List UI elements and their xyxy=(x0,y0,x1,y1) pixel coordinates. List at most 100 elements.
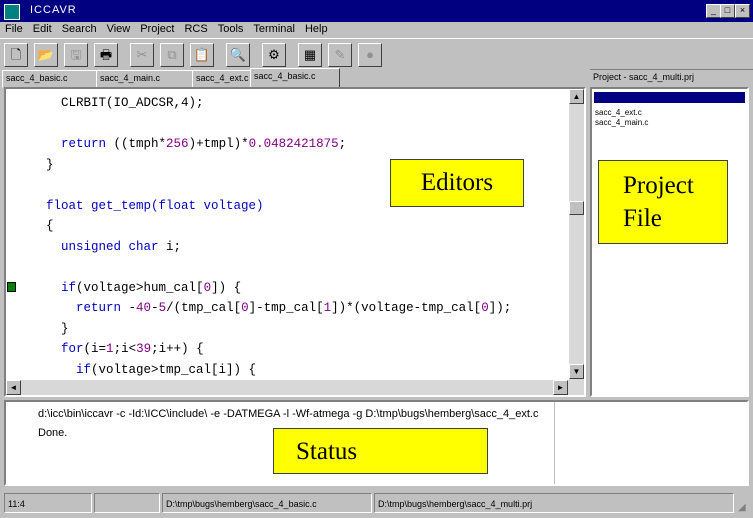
menu-view[interactable]: View xyxy=(102,22,136,35)
minimize-button[interactable]: _ xyxy=(706,4,721,18)
scroll-right-icon[interactable]: ► xyxy=(553,380,568,395)
code-token: float xyxy=(46,198,84,213)
code-line[interactable]: { xyxy=(46,216,534,237)
code-token: } xyxy=(46,321,69,336)
code-line[interactable]: CLRBIT(IO_ADCSR,4); xyxy=(46,93,534,114)
project-header: Project - sacc_4_multi.prj xyxy=(593,72,695,82)
resize-grip-icon[interactable]: ◢ xyxy=(738,502,746,513)
code-token: ; xyxy=(338,137,347,151)
code-token: 256 xyxy=(166,137,189,151)
code-line[interactable] xyxy=(46,114,534,135)
toolbar: 🗋 📂 🖫 🖶 ✂ ⧉ 📋 🔍 ⚙ ▦ ✎ ● xyxy=(0,38,753,70)
scroll-down-icon[interactable]: ▼ xyxy=(569,364,584,379)
print-icon[interactable]: 🖶 xyxy=(94,43,118,67)
code-token: 5 xyxy=(158,301,167,315)
project-file-item[interactable]: sacc_4_main.c xyxy=(595,118,648,127)
copy-icon[interactable]: ⧉ xyxy=(160,43,184,67)
build-icon[interactable]: ⚙ xyxy=(262,43,286,67)
program-chip-icon[interactable]: ▦ xyxy=(298,43,322,67)
editor-gutter xyxy=(6,89,18,395)
code-line[interactable]: return ((tmph*256)+tmpl)*0.0482421875; xyxy=(46,134,534,155)
menu-help[interactable]: Help xyxy=(300,22,333,35)
code-line[interactable]: for(i=1;i<39;i++) { xyxy=(46,339,534,360)
editor-tabs: sacc_4_basic.c sacc_4_main.c sacc_4_ext.… xyxy=(0,68,590,88)
scroll-thumb[interactable] xyxy=(569,201,584,215)
code-text[interactable]: CLRBIT(IO_ADCSR,4); return ((tmph*256)+t… xyxy=(46,93,534,395)
annotation-status: Status xyxy=(273,428,488,474)
save-icon[interactable]: 🖫 xyxy=(64,43,88,67)
code-editor[interactable]: CLRBIT(IO_ADCSR,4); return ((tmph*256)+t… xyxy=(4,87,586,397)
cut-icon[interactable]: ✂ xyxy=(130,43,154,67)
stop-icon[interactable]: ● xyxy=(358,43,382,67)
code-line[interactable]: if(voltage>hum_cal[0]) { xyxy=(46,278,534,299)
code-token: get_temp( xyxy=(83,198,159,213)
code-token: ]); xyxy=(488,301,512,315)
code-token: 0 xyxy=(203,280,212,295)
window-title: ICCAVR xyxy=(30,4,77,16)
close-button[interactable]: × xyxy=(735,4,750,18)
annotation-editors: Editors xyxy=(390,159,524,207)
code-token: ((tmph* xyxy=(106,137,167,151)
project-selection-bar[interactable] xyxy=(594,92,745,103)
code-token: float xyxy=(158,198,197,213)
code-token: - xyxy=(121,301,137,315)
vertical-scrollbar[interactable]: ▲ ▼ xyxy=(569,89,584,395)
app-icon[interactable] xyxy=(4,4,20,20)
menu-project[interactable]: Project xyxy=(135,22,179,35)
status-line: Done. xyxy=(38,427,68,439)
code-token: (voltage>hum_cal[ xyxy=(76,280,204,295)
open-folder-icon[interactable]: 📂 xyxy=(34,43,58,67)
code-token: 0.0482421875 xyxy=(248,137,339,151)
menu-terminal[interactable]: Terminal xyxy=(248,22,300,35)
paste-icon[interactable]: 📋 xyxy=(190,43,214,67)
horizontal-scrollbar[interactable]: ◄ ► xyxy=(6,380,584,395)
code-token: unsigned char xyxy=(61,239,159,254)
code-token: 0 xyxy=(481,301,489,315)
scroll-up-icon[interactable]: ▲ xyxy=(569,89,584,104)
code-line[interactable]: return -40-5/(tmp_cal[0]-tmp_cal[1])*(vo… xyxy=(46,298,534,319)
status-panel-empty xyxy=(94,493,160,513)
tab-sacc-4-main[interactable]: sacc_4_main.c xyxy=(96,70,194,88)
breakpoint-marker-icon[interactable] xyxy=(7,282,16,292)
code-token: /(tmp_cal[ xyxy=(166,301,242,315)
code-token: (i= xyxy=(83,342,107,356)
code-line[interactable] xyxy=(46,257,534,278)
code-token: ]) { xyxy=(211,280,242,295)
menu-tools[interactable]: Tools xyxy=(213,22,249,35)
code-token: 40 xyxy=(136,301,152,315)
code-token: i; xyxy=(158,239,182,254)
menu-edit[interactable]: Edit xyxy=(28,22,57,35)
code-token: ])*(voltage-tmp_cal[ xyxy=(331,301,482,315)
code-token: return xyxy=(61,137,107,151)
project-file-item[interactable]: sacc_4_ext.c xyxy=(595,108,642,117)
code-token: CLRBIT(IO_ADCSR,4); xyxy=(46,96,204,110)
maximize-button[interactable]: □ xyxy=(720,4,735,18)
new-file-icon[interactable]: 🗋 xyxy=(4,43,28,67)
code-token: ;i< xyxy=(113,342,137,356)
status-bar: 11:4 D:\tmp\bugs\hemberg\sacc_4_basic.c … xyxy=(0,490,753,518)
title-bar: ICCAVR _ □ × xyxy=(0,0,753,22)
code-line[interactable]: unsigned char i; xyxy=(46,237,534,258)
code-token: for xyxy=(61,342,84,356)
tab-sacc-4-basic-active[interactable]: sacc_4_basic.c xyxy=(250,68,340,88)
menu-search[interactable]: Search xyxy=(57,22,102,35)
code-line[interactable]: } xyxy=(46,319,534,340)
menu-bar: File Edit Search View Project RCS Tools Termina… xyxy=(0,22,753,38)
code-line[interactable]: if(voltage>tmp_cal[i]) { xyxy=(46,360,534,381)
find-icon[interactable]: 🔍 xyxy=(226,43,250,67)
cursor-position: 11:4 xyxy=(4,493,92,513)
menu-rcs[interactable]: RCS xyxy=(179,22,212,35)
code-token: 0 xyxy=(241,301,249,315)
code-token: ;i++) { xyxy=(151,342,204,356)
code-token: voltage) xyxy=(196,198,264,213)
menu-file[interactable]: File xyxy=(0,22,28,35)
code-token: return xyxy=(76,301,122,315)
scroll-left-icon[interactable]: ◄ xyxy=(6,380,21,395)
tab-sacc-4-basic[interactable]: sacc_4_basic.c xyxy=(2,70,98,88)
debug-icon[interactable]: ✎ xyxy=(328,43,352,67)
